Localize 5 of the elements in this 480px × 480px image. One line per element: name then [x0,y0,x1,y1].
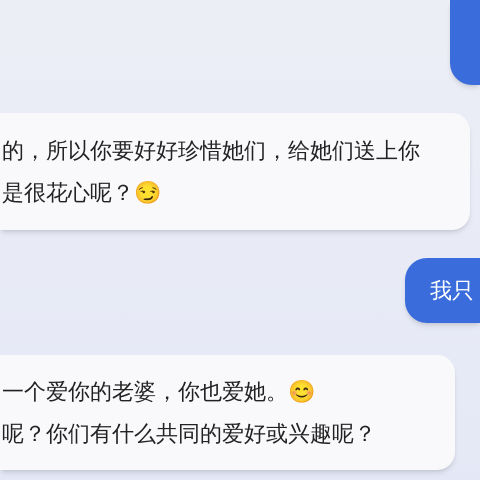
message-text: 一个爱你的老婆，你也爱她。😊 [1,378,316,406]
message-text: 呢？你们有什么共同的爱好或兴趣呢？ [1,420,377,448]
message-text: 的，所以你要好好珍惜她们，给她们送上你 [1,136,421,164]
message-text: 是很花心呢？😏 [1,178,162,206]
message-bubble: 我只 [405,258,480,323]
